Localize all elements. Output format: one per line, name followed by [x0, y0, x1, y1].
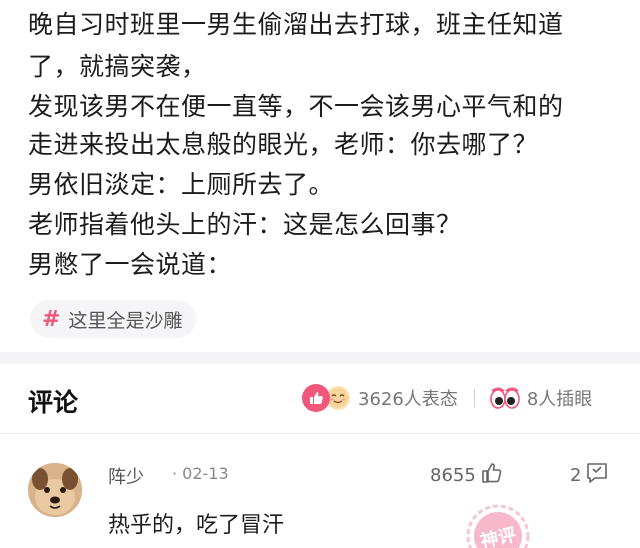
comment-text: 热乎的，吃了冒汗 — [108, 513, 285, 538]
reply-count: 2 — [570, 464, 582, 486]
post-body: 晚自习时班里一男生偷溜出去打球，班主任知道 了，就搞突袭， 发现该男不在便一直等… — [0, 0, 640, 352]
reactions-count: 3626人表态 — [358, 389, 458, 410]
post-text-line: 老师指着他头上的汗：这是怎么回事？ — [28, 210, 462, 239]
thumbs-up-reaction-icon — [302, 384, 330, 412]
post-text-line: 走进来投出太息般的眼光，老师：你去哪了？ — [28, 130, 539, 159]
comments-header: 评论 3626人表态 8人插眼 — [0, 364, 640, 434]
reply-icon — [585, 461, 609, 489]
section-divider — [0, 352, 640, 364]
topic-label: 这里全是沙雕 — [68, 309, 183, 332]
eyes-count: 8人插眼 — [526, 389, 593, 410]
topic-tag[interactable]: # 这里全是沙雕 — [30, 300, 197, 338]
featured-comment-stamp: 神评 — [448, 470, 548, 548]
reply-button[interactable]: 2 — [570, 461, 609, 489]
comment-username[interactable]: 阵少 — [108, 463, 144, 489]
eyes-icon[interactable] — [489, 386, 521, 410]
post-text-line: 男依旧淡定：上厕所去了。 — [28, 170, 335, 199]
post-text-line: 了，就搞突袭， — [28, 52, 207, 81]
comments-title: 评论 — [28, 388, 79, 417]
post-text-line: 发现该男不在便一直等，不一会该男心平气和的 — [28, 92, 564, 121]
post-text-line: 男憋了一会说道： — [28, 250, 233, 279]
hashtag-icon: # — [42, 306, 61, 332]
reactions-summary[interactable]: 3626人表态 8人插眼 — [302, 384, 592, 412]
divider — [473, 389, 475, 407]
post-text-line: 晚自习时班里一男生偷溜出去打球，班主任知道 — [28, 10, 564, 39]
avatar[interactable] — [28, 463, 82, 517]
comment-date: · 02-13 — [172, 464, 229, 483]
